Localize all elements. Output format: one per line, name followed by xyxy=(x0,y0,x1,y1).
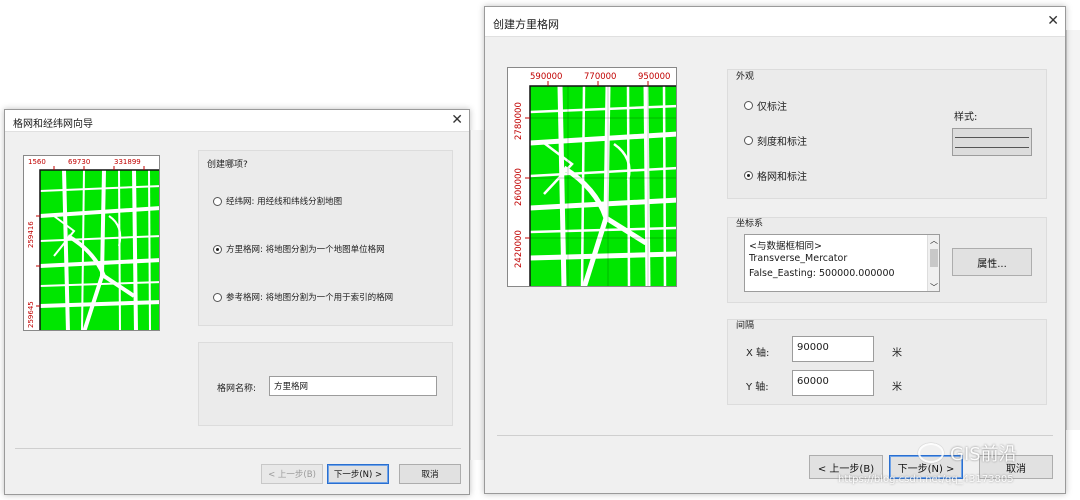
appearance-group: 外观 仅标注 刻度和标注 格网和标注 样式: xyxy=(727,69,1047,199)
radio-label: 仅标注 xyxy=(757,102,787,113)
radio-label: 刻度和标注 xyxy=(757,137,807,148)
grid-preview-map: 590000 770000 950000 2780000 2600000 242… xyxy=(508,68,676,286)
grid-name-label: 格网名称: xyxy=(217,384,257,394)
create-measured-grid-dialog: 创建方里格网 ✕ 590000 770000 950000 2780000 26… xyxy=(484,6,1066,494)
watermark-brand: GIS前沿 xyxy=(918,440,1017,466)
preview-side-tick: 2600000 xyxy=(514,168,524,206)
create-type-label: 创建哪项? xyxy=(207,160,248,170)
coordinate-system-line: False_Easting: 500000.000000 xyxy=(749,268,895,279)
grid-preview: 590000 770000 950000 2780000 2600000 242… xyxy=(507,67,677,287)
radio-dot[interactable] xyxy=(213,292,222,302)
radio-reference-grid[interactable]: 参考格网: 将地图分割为一个用于索引的格网 xyxy=(213,291,393,303)
interval-label: 间隔 xyxy=(736,321,755,331)
radio-measured-grid[interactable]: 方里格网: 将地图分割为一个地图单位格网 xyxy=(213,243,385,255)
title-bar: 格网和经纬网向导 ✕ xyxy=(5,110,469,132)
radio-ticks-and-labels[interactable]: 刻度和标注 xyxy=(744,133,807,148)
scroll-up-icon[interactable]: ︿ xyxy=(930,235,938,246)
radio-dot[interactable] xyxy=(744,171,753,180)
style-label: 样式: xyxy=(954,112,978,123)
preview-top-tick: 331899 xyxy=(114,158,141,166)
scrollbar[interactable]: ︿ ﹀ xyxy=(927,235,939,291)
scroll-down-icon[interactable]: ﹀ xyxy=(930,282,938,291)
preview-top-tick: 950000 xyxy=(638,72,670,82)
radio-labels-only[interactable]: 仅标注 xyxy=(744,98,787,113)
y-unit-label: 米 xyxy=(892,382,902,393)
next-button[interactable]: 下一步(N) > xyxy=(327,464,389,484)
chat-bubble-icon xyxy=(918,443,944,463)
coordinate-system-line: <与数据框相同> xyxy=(749,241,822,252)
radio-dot[interactable] xyxy=(744,101,753,110)
coordinate-system-listbox[interactable]: <与数据框相同> Transverse_Mercator False_Easti… xyxy=(744,234,940,292)
y-interval-input[interactable]: 60000 xyxy=(792,370,874,396)
preview-side-tick: 259416 xyxy=(27,221,35,248)
appearance-label: 外观 xyxy=(736,72,755,82)
coordinate-system-line: Transverse_Mercator xyxy=(749,253,848,264)
preview-top-tick: 770000 xyxy=(584,72,616,82)
grid-preview: 1560 69730 331899 259416 259645 xyxy=(23,155,160,331)
x-unit-label: 米 xyxy=(892,348,902,359)
preview-top-tick: 69730 xyxy=(68,158,90,166)
preview-top-tick: 590000 xyxy=(530,72,562,82)
interval-group: 间隔 X 轴: 90000 米 Y 轴: 60000 米 xyxy=(727,319,1047,405)
grid-preview-map: 1560 69730 331899 259416 259645 xyxy=(24,156,159,330)
grid-wizard-dialog: 格网和经纬网向导 ✕ 1560 69730 331899 259416 2596… xyxy=(4,109,470,495)
coordinate-system-label: 坐标系 xyxy=(736,219,764,229)
create-type-group: 创建哪项? 经纬网: 用经线和纬线分割地图 方里格网: 将地图分割为一个地图单位… xyxy=(198,150,453,326)
background-window-edge-left xyxy=(470,130,484,460)
radio-label: 方里格网: 将地图分割为一个地图单位格网 xyxy=(226,245,385,255)
style-swatch-line xyxy=(955,147,1029,148)
radio-dot[interactable] xyxy=(213,196,222,206)
radio-grid-and-labels[interactable]: 格网和标注 xyxy=(744,168,807,183)
scroll-thumb[interactable] xyxy=(930,249,938,267)
style-swatch-button[interactable] xyxy=(952,128,1032,156)
preview-side-tick: 2780000 xyxy=(514,102,524,140)
coordinate-system-group: 坐标系 <与数据框相同> Transverse_Mercator False_E… xyxy=(727,217,1047,303)
properties-button[interactable]: 属性... xyxy=(952,248,1032,276)
radio-dot[interactable] xyxy=(744,136,753,145)
y-axis-label: Y 轴: xyxy=(746,382,769,393)
preview-side-tick: 259645 xyxy=(27,301,35,328)
dialog-title: 创建方里格网 xyxy=(493,18,559,31)
grid-name-group: 格网名称: 方里格网 xyxy=(198,342,453,426)
button-divider xyxy=(497,435,1053,436)
radio-graticule[interactable]: 经纬网: 用经线和纬线分割地图 xyxy=(213,195,342,207)
watermark-url: https://blog.csdn.net/qq_43173805 xyxy=(838,474,1014,485)
grid-name-input[interactable]: 方里格网 xyxy=(269,376,437,396)
preview-side-tick: 2420000 xyxy=(514,230,524,268)
dialog-title: 格网和经纬网向导 xyxy=(13,119,93,130)
cancel-button[interactable]: 取消 xyxy=(399,464,461,484)
style-swatch-line xyxy=(955,137,1029,138)
watermark-brand-text: GIS前沿 xyxy=(950,444,1017,465)
x-axis-label: X 轴: xyxy=(746,348,770,359)
close-icon[interactable]: ✕ xyxy=(1047,13,1059,29)
title-bar: 创建方里格网 ✕ xyxy=(485,7,1065,37)
back-button[interactable]: < 上一步(B) xyxy=(261,464,323,484)
radio-label: 经纬网: 用经线和纬线分割地图 xyxy=(226,197,343,207)
radio-dot[interactable] xyxy=(213,244,222,254)
close-icon[interactable]: ✕ xyxy=(451,112,463,128)
radio-label: 格网和标注 xyxy=(757,172,807,183)
preview-top-tick: 1560 xyxy=(28,158,46,166)
button-divider xyxy=(15,448,461,449)
background-window-edge xyxy=(1066,30,1080,430)
x-interval-input[interactable]: 90000 xyxy=(792,336,874,362)
radio-label: 参考格网: 将地图分割为一个用于索引的格网 xyxy=(226,293,394,303)
